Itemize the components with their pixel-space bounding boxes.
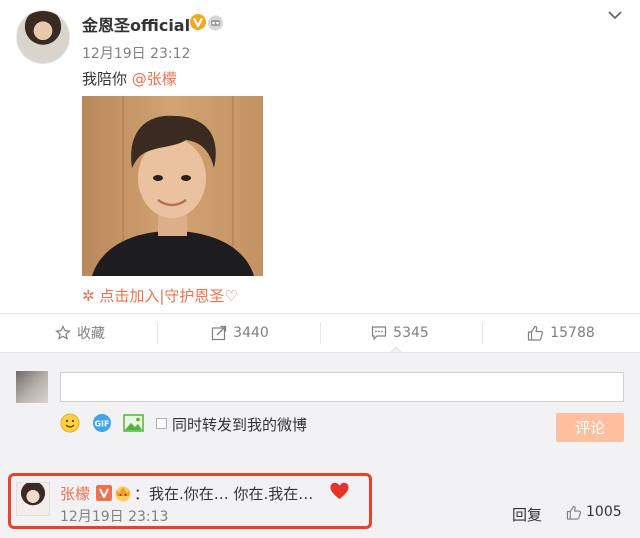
- favorite-label: 收藏: [77, 326, 105, 342]
- repost-count: 3440: [233, 325, 269, 341]
- reply-like-button[interactable]: 1005: [566, 504, 622, 520]
- gif-icon[interactable]: GIF: [92, 413, 112, 433]
- like-count: 15788: [550, 325, 595, 341]
- share-icon: [212, 325, 227, 341]
- reply-avatar[interactable]: [16, 482, 50, 516]
- action-bar: 收藏 3440 5345 15788: [0, 314, 640, 352]
- portrait-image: [82, 96, 263, 276]
- repost-checkbox[interactable]: [156, 418, 167, 429]
- like-button[interactable]: 15788: [482, 314, 640, 352]
- comment-count: 5345: [393, 325, 429, 341]
- reply-button[interactable]: 回复: [512, 504, 542, 525]
- action-separator: [157, 322, 158, 344]
- thumbs-up-icon: [566, 505, 582, 520]
- svg-text:GIF: GIF: [94, 420, 109, 429]
- chevron-down-icon[interactable]: [606, 8, 624, 22]
- repost-button[interactable]: 3440: [160, 314, 320, 352]
- post-timestamp[interactable]: 12月19日 23:12: [82, 43, 190, 63]
- image-icon[interactable]: [123, 413, 144, 433]
- star-icon: [55, 325, 71, 340]
- current-user-avatar: [16, 371, 48, 403]
- comment-submit-button[interactable]: 评论: [556, 413, 624, 442]
- post-photo[interactable]: [82, 96, 263, 276]
- reply-like-count: 1005: [586, 504, 622, 520]
- comment-icon: [372, 326, 387, 341]
- fan-group-link[interactable]: ✲ 点击加入|守护恩圣♡: [82, 285, 238, 306]
- favorite-button[interactable]: 收藏: [0, 314, 160, 352]
- post-text: 我陪你 @张檬: [82, 68, 177, 89]
- reply-text: ：我在.你在… 你在.我在…: [134, 485, 314, 503]
- reply-author-name[interactable]: 张檬: [60, 483, 90, 504]
- crown-badge-icon: [115, 486, 131, 502]
- author-username[interactable]: 金恩圣official: [82, 12, 190, 36]
- heart-icon: [330, 482, 349, 499]
- verified-v-icon: [190, 14, 206, 30]
- robot-badge-icon: [208, 15, 223, 31]
- verified-v-icon: [96, 485, 112, 501]
- post-text-content: 我陪你: [82, 70, 128, 88]
- repost-checkbox-label[interactable]: 同时转发到我的微博: [172, 414, 307, 435]
- author-avatar[interactable]: [16, 10, 70, 64]
- comment-input[interactable]: [60, 372, 624, 402]
- reply-timestamp[interactable]: 12月19日 23:13: [60, 506, 168, 526]
- emoji-icon[interactable]: [60, 413, 80, 433]
- thumbs-up-icon: [528, 325, 544, 341]
- mention-link[interactable]: @张檬: [132, 70, 177, 88]
